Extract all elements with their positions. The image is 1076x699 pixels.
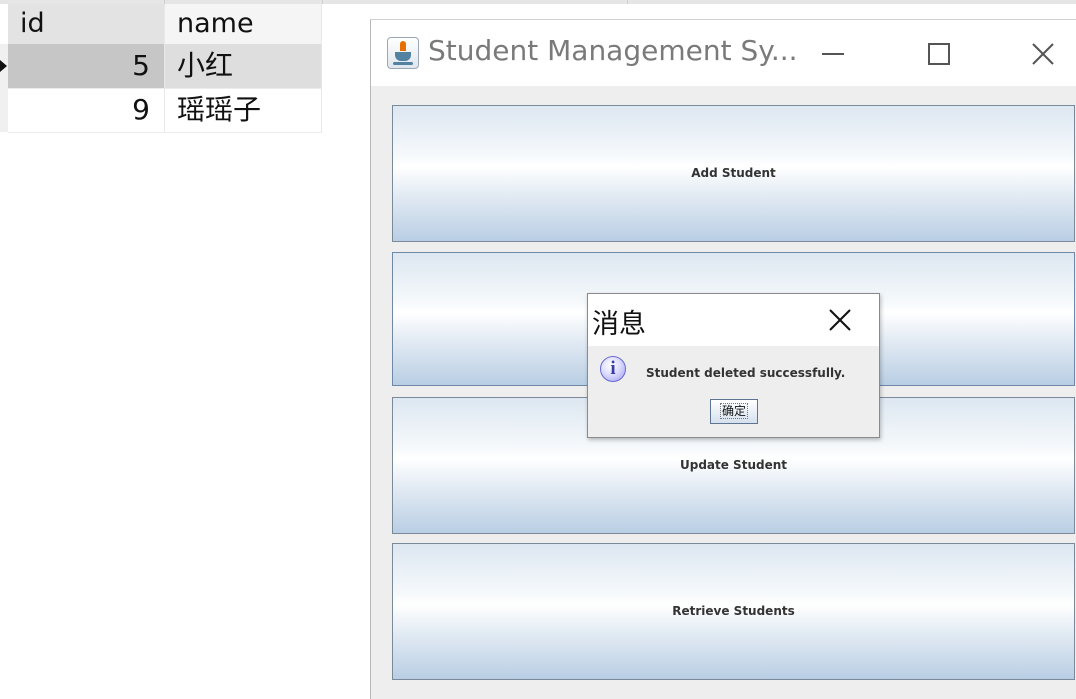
current-row-pointer-icon [0,60,7,72]
table-row[interactable]: 9 瑶瑶子 [8,88,322,133]
window-title: Student Management Sy... [428,34,798,67]
dialog-title: 消息 [592,309,646,340]
dialog-message: Student deleted successfully. [646,366,846,380]
cell-name[interactable]: 小红 [165,44,322,88]
column-header-id[interactable]: id [8,4,165,44]
java-coffee-cup-icon [387,37,419,69]
info-icon: i [600,356,626,382]
cell-id[interactable]: 9 [8,88,165,132]
column-header-name[interactable]: name [165,4,322,44]
cell-name[interactable]: 瑶瑶子 [165,88,322,132]
ok-button-label: 确定 [719,403,748,419]
message-dialog: 消息 i Student deleted successfully. 确定 [587,293,880,438]
close-icon[interactable] [1023,34,1063,74]
minimize-icon[interactable] [813,34,853,74]
retrieve-students-button[interactable]: Retrieve Students [392,543,1075,680]
cell-id[interactable]: 5 [8,44,165,88]
maximize-icon[interactable] [919,34,959,74]
add-student-button[interactable]: Add Student [392,105,1075,242]
grid-header-row: id name [8,4,322,44]
window-titlebar[interactable]: Student Management Sy... [371,20,1076,86]
ok-button[interactable]: 确定 [710,399,758,424]
close-icon[interactable] [826,306,854,334]
row-header[interactable] [0,88,8,132]
table-row[interactable]: 5 小红 [8,44,322,89]
dialog-titlebar[interactable]: 消息 [588,294,879,346]
row-header[interactable] [0,44,8,88]
